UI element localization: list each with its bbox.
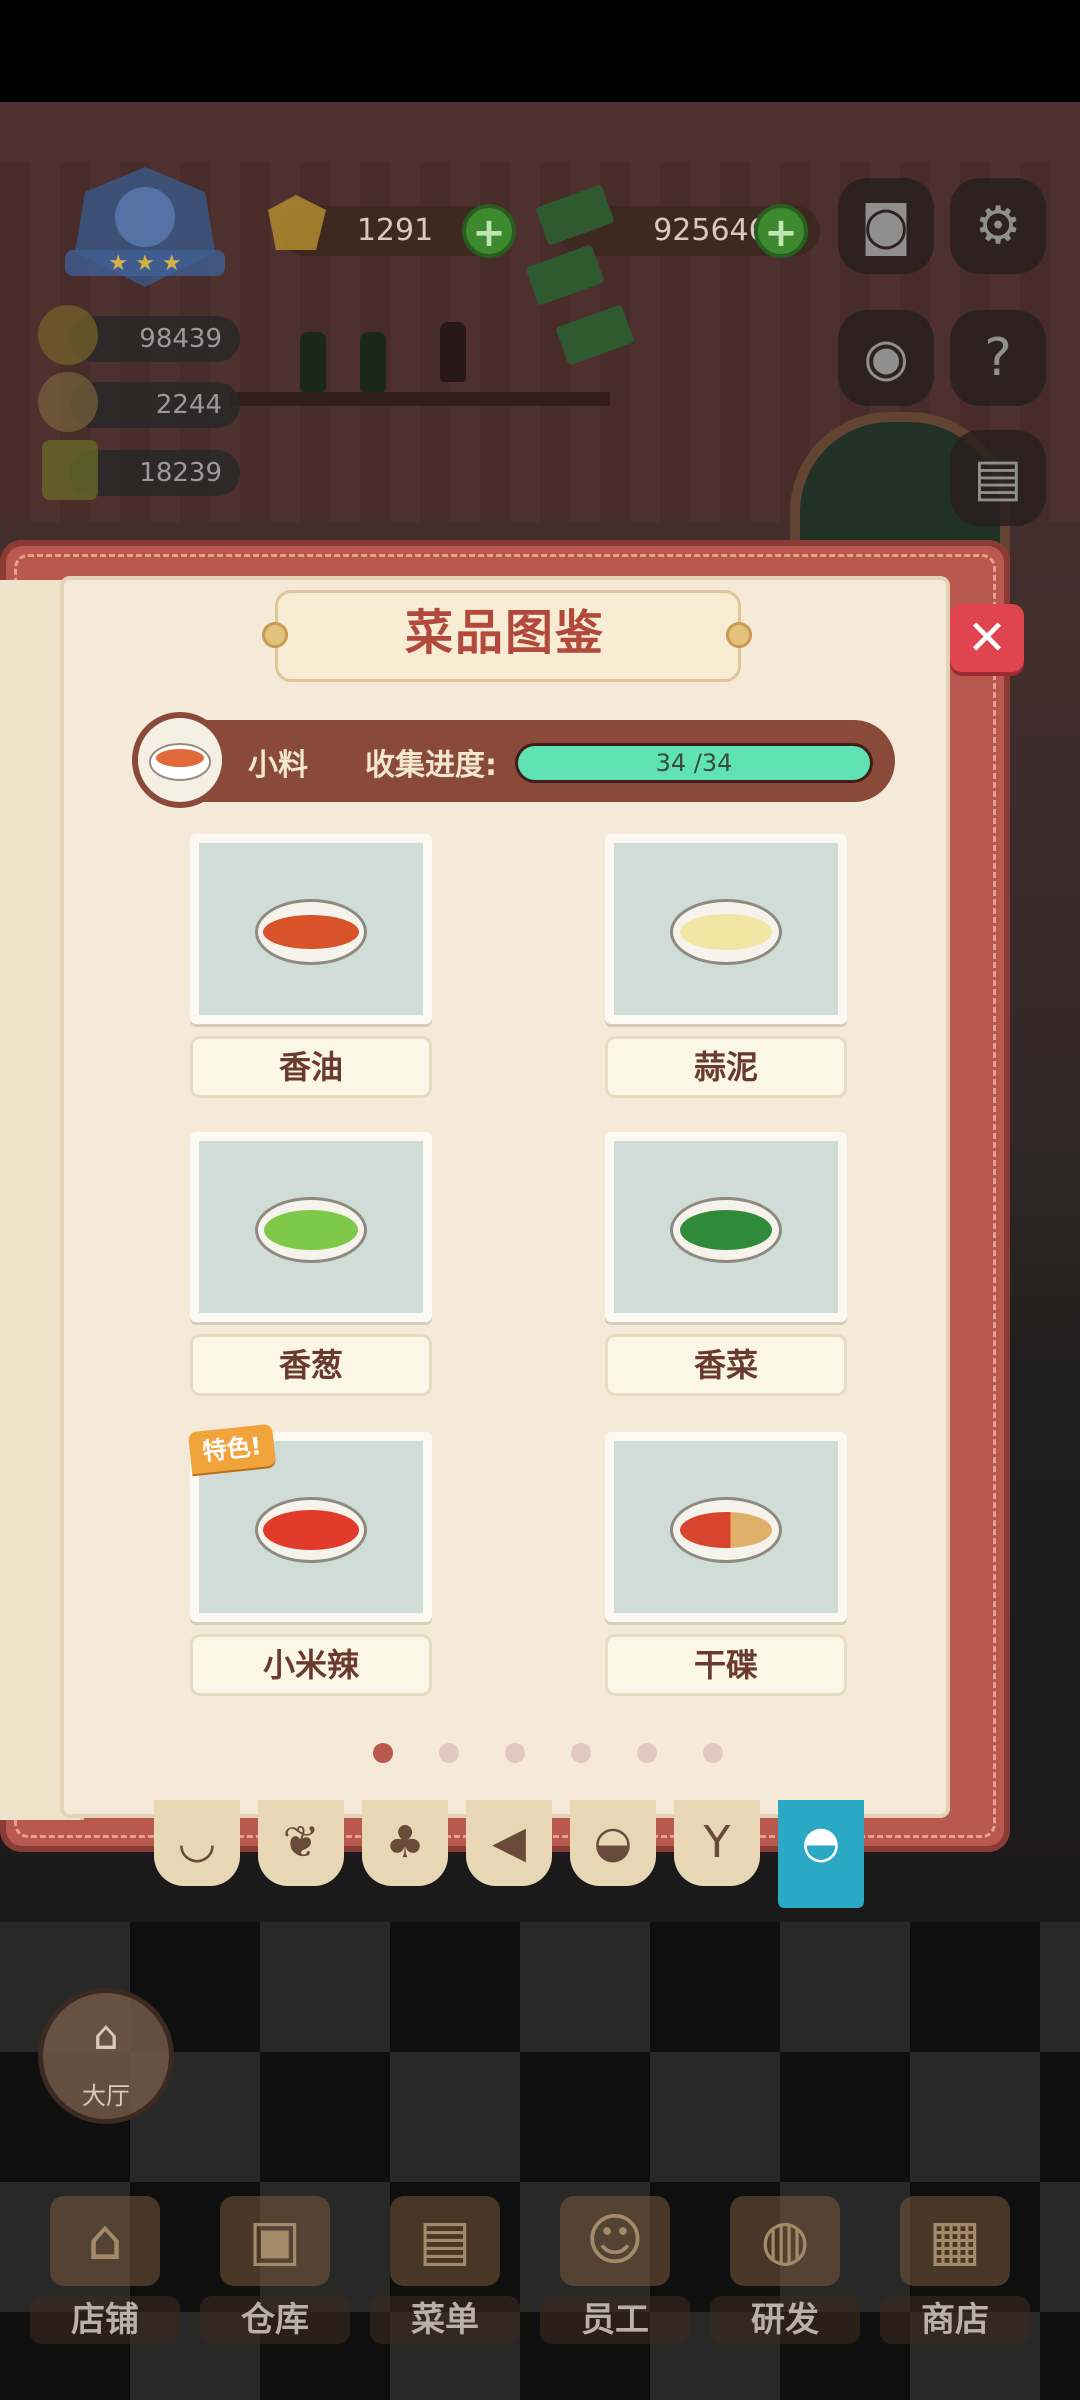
camera-icon: ◙ [860, 196, 912, 256]
dish-name-label: 蒜泥 [605, 1036, 847, 1098]
nav-item[interactable]: ▤ 菜单 [370, 2196, 520, 2346]
menu-clipboard-icon: ▤ [390, 2196, 500, 2286]
broccoli-icon: ♣ [385, 1817, 425, 1868]
page-dot[interactable] [703, 1743, 723, 1763]
dish-name-label: 香葱 [190, 1334, 432, 1396]
sesame-oil-dish-icon [255, 899, 367, 965]
add-cash-button[interactable]: + [754, 204, 808, 258]
drumstick-icon: ❦ [282, 1817, 320, 1868]
nav-label: 研发 [710, 2296, 860, 2344]
camera-button[interactable]: ◙ [838, 178, 934, 274]
player-rank-badge[interactable]: ★ ★ ★ [55, 162, 235, 292]
green-onion-dish-icon [255, 1197, 367, 1263]
book-icon: ▤ [973, 448, 1023, 508]
category-tab[interactable]: ◀ [466, 1800, 552, 1886]
research-pot-icon: ◍ [730, 2196, 840, 2286]
eye-icon: ◉ [863, 328, 909, 388]
dish-name-label: 香菜 [605, 1334, 847, 1396]
category-tab[interactable]: ♣ [362, 1800, 448, 1886]
recipe-book-button[interactable]: ▤ [950, 430, 1046, 526]
garlic-paste-dish-icon [670, 899, 782, 965]
dish-card[interactable] [190, 1132, 432, 1322]
ticket-icon [42, 440, 98, 500]
page-dot[interactable] [439, 1743, 459, 1763]
dish-card[interactable] [605, 1432, 847, 1622]
nav-label: 店铺 [30, 2296, 180, 2344]
progress-label: 收集进度: [365, 748, 497, 783]
category-bowl-icon [132, 712, 228, 808]
rank-badge-icon: ★ ★ ★ [65, 167, 225, 287]
gear-icon: ⚙ [974, 196, 1022, 256]
nav-item[interactable]: ▣ 仓库 [200, 2196, 350, 2346]
guide-button[interactable]: ? [950, 310, 1046, 406]
chili-dish-icon [255, 1497, 367, 1563]
dish-card[interactable] [190, 834, 432, 1024]
nav-item[interactable]: ▦ 商店 [880, 2196, 1030, 2346]
close-button[interactable]: ✕ [950, 604, 1024, 672]
nav-label: 菜单 [370, 2296, 520, 2344]
svg-text:★ ★ ★: ★ ★ ★ [108, 251, 181, 276]
page-dot[interactable] [637, 1743, 657, 1763]
dish-name-label: 干碟 [605, 1634, 847, 1696]
nav-label: 员工 [540, 2296, 690, 2344]
chef-hat-icon [38, 305, 98, 365]
nav-label: 商店 [880, 2296, 1030, 2344]
bread-icon: ◒ [593, 1817, 633, 1868]
add-gems-button[interactable]: + [462, 204, 516, 258]
hall-label: 大厅 [82, 2082, 130, 2110]
progress-text: 34 /34 [655, 749, 733, 777]
page-dot[interactable] [373, 1743, 393, 1763]
category-tab[interactable]: ◒ [570, 1800, 656, 1886]
settings-button[interactable]: ⚙ [950, 178, 1046, 274]
dish-name-label: 小米辣 [190, 1634, 432, 1696]
nav-label: 仓库 [200, 2296, 350, 2344]
nav-item[interactable]: ☺ 员工 [540, 2196, 690, 2346]
staff-icon: ☺ [560, 2196, 670, 2286]
close-icon: ✕ [966, 610, 1008, 666]
page-dot[interactable] [505, 1743, 525, 1763]
dish-name-label: 香油 [190, 1036, 432, 1098]
category-tab[interactable]: ◡ [154, 1800, 240, 1886]
category-tab[interactable]: ◓ [778, 1800, 864, 1908]
category-tab[interactable]: Y [674, 1800, 760, 1886]
hall-building-icon: ⌂ [93, 2013, 119, 2059]
dish-card[interactable] [605, 834, 847, 1024]
dialog-title: 菜品图鉴 [404, 605, 605, 661]
nav-item[interactable]: ⌂ 店铺 [30, 2196, 180, 2346]
page-dot[interactable] [571, 1743, 591, 1763]
category-label: 小料 [248, 748, 308, 783]
cash-stack-icon [520, 185, 640, 385]
help-book-icon: ? [984, 328, 1012, 388]
view-button[interactable]: ◉ [838, 310, 934, 406]
coriander-dish-icon [670, 1197, 782, 1263]
dish-card[interactable] [605, 1132, 847, 1322]
shop-icon: ▦ [900, 2196, 1010, 2286]
store-icon: ⌂ [50, 2196, 160, 2286]
gem-icon [258, 190, 334, 260]
sauce-bowl-icon: ◓ [801, 1817, 841, 1868]
nav-item[interactable]: ◍ 研发 [710, 2196, 860, 2346]
category-tab[interactable]: ❦ [258, 1800, 344, 1886]
wok-icon: ◡ [177, 1817, 217, 1868]
cloche-icon [38, 372, 98, 432]
fish-icon: ◀ [492, 1817, 526, 1868]
special-badge: 特色! [188, 1423, 276, 1475]
wine-glass-icon: Y [703, 1817, 731, 1868]
dry-dip-dish-icon [670, 1497, 782, 1563]
warehouse-icon: ▣ [220, 2196, 330, 2286]
